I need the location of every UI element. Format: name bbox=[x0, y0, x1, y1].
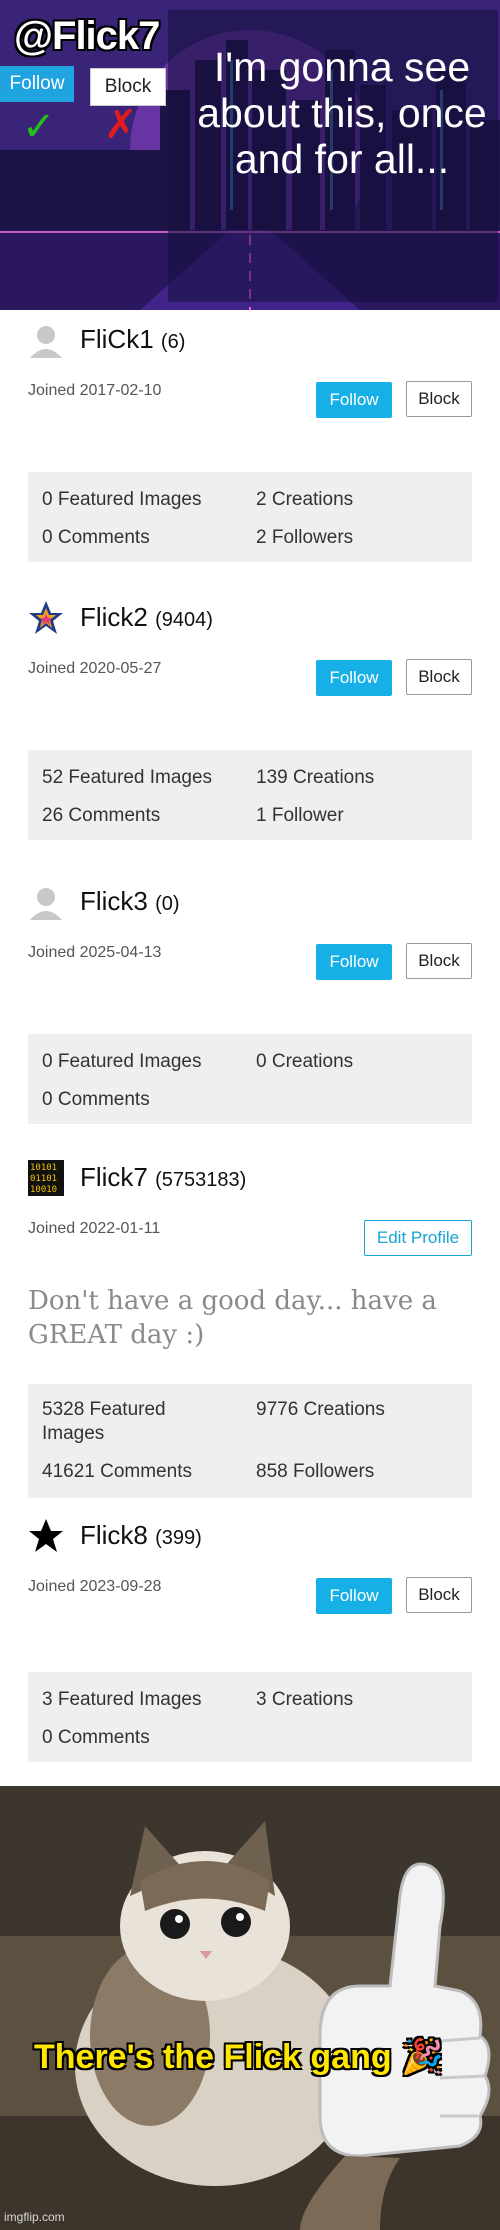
check-mark-icon: ✓ bbox=[22, 105, 56, 149]
banner-follow-button: Follow bbox=[0, 66, 74, 102]
profile-score: (5753183) bbox=[155, 1169, 247, 1191]
profile-score: (399) bbox=[155, 1527, 202, 1549]
profile-name[interactable]: Flick8 (399) bbox=[80, 1520, 202, 1551]
comments-stat[interactable]: 0 Comments bbox=[42, 526, 150, 550]
svg-text:10101: 10101 bbox=[30, 1163, 57, 1173]
creations-stat[interactable]: 0 Creations bbox=[256, 1050, 353, 1074]
follow-button[interactable]: Follow bbox=[316, 1578, 392, 1614]
featured-images-stat[interactable]: 0 Featured Images bbox=[42, 488, 201, 512]
featured-images-stat[interactable]: 0 Featured Images bbox=[42, 1050, 201, 1074]
profile-stats: 3 Featured Images 3 Creations 0 Comments bbox=[28, 1672, 472, 1762]
creations-stat[interactable]: 139 Creations bbox=[256, 766, 374, 790]
banner-username: @Flick7 bbox=[14, 14, 160, 58]
joined-date: Joined 2020-05-27 bbox=[28, 660, 162, 677]
block-button[interactable]: Block bbox=[406, 381, 472, 417]
default-avatar-icon bbox=[30, 888, 62, 920]
joined-date: Joined 2023-09-28 bbox=[28, 1578, 162, 1595]
comments-stat[interactable]: 0 Comments bbox=[42, 1088, 150, 1112]
header-banner: @Flick7 Follow Block ✓ ✗ I'm gonna see a… bbox=[0, 0, 500, 310]
default-avatar-icon bbox=[30, 326, 62, 358]
banner-block-button: Block bbox=[90, 68, 166, 106]
profile-score: (6) bbox=[160, 331, 186, 353]
joined-date: Joined 2017-02-10 bbox=[28, 382, 162, 399]
imgflip-watermark: imgflip.com bbox=[4, 2210, 65, 2224]
featured-images-stat[interactable]: 3 Featured Images bbox=[42, 1688, 201, 1712]
cat-thumbs-up-illustration bbox=[0, 1786, 500, 2230]
joined-date: Joined 2022-01-11 bbox=[28, 1220, 161, 1237]
cat-thumbs-up-meme: There's the Flick gang 🎉 imgflip.com bbox=[0, 1786, 500, 2230]
block-button[interactable]: Block bbox=[406, 1577, 472, 1613]
followers-stat[interactable]: 1 Follower bbox=[256, 804, 344, 828]
profile-stats: 5328 Featured Images 9776 Creations 4162… bbox=[28, 1384, 472, 1498]
banner-quote: I'm gonna see about this, once and for a… bbox=[197, 44, 487, 182]
block-button[interactable]: Block bbox=[406, 659, 472, 695]
edit-profile-button[interactable]: Edit Profile bbox=[364, 1220, 472, 1256]
featured-images-stat[interactable]: 5328 Featured Images bbox=[42, 1398, 232, 1446]
profile-stats: 0 Featured Images 0 Creations 0 Comments bbox=[28, 1034, 472, 1124]
profile-stats: 0 Featured Images 2 Creations 0 Comments… bbox=[28, 472, 472, 562]
cross-mark-icon: ✗ bbox=[104, 103, 138, 147]
creations-stat[interactable]: 3 Creations bbox=[256, 1688, 353, 1712]
profile-name[interactable]: Flick2 (9404) bbox=[80, 602, 213, 633]
profile-score: (0) bbox=[155, 893, 180, 915]
comments-stat[interactable]: 0 Comments bbox=[42, 1726, 150, 1750]
follow-button[interactable]: Follow bbox=[316, 944, 392, 980]
joined-date: Joined 2025-04-13 bbox=[28, 944, 162, 961]
follow-button[interactable]: Follow bbox=[316, 382, 392, 418]
profile-name[interactable]: Flick7 (5753183) bbox=[80, 1162, 246, 1193]
svg-text:10010: 10010 bbox=[30, 1185, 57, 1195]
profile-name[interactable]: FliCk1 (6) bbox=[80, 324, 185, 355]
profile-bio: Don't have a good day... have a GREAT da… bbox=[28, 1286, 437, 1350]
follow-button[interactable]: Follow bbox=[316, 660, 392, 696]
black-star-icon bbox=[29, 1519, 63, 1552]
profile-score: (9404) bbox=[155, 609, 213, 631]
followers-stat[interactable]: 858 Followers bbox=[256, 1460, 374, 1484]
colorful-star-icon bbox=[29, 601, 63, 634]
profile-name[interactable]: Flick3 (0) bbox=[80, 886, 180, 917]
followers-stat[interactable]: 2 Followers bbox=[256, 526, 353, 550]
comments-stat[interactable]: 26 Comments bbox=[42, 804, 160, 828]
profile-stats: 52 Featured Images 139 Creations 26 Comm… bbox=[28, 750, 472, 840]
svg-text:01101: 01101 bbox=[30, 1174, 57, 1184]
meme-caption: There's the Flick gang 🎉 bbox=[34, 2038, 444, 2076]
creations-stat[interactable]: 2 Creations bbox=[256, 488, 353, 512]
block-button[interactable]: Block bbox=[406, 943, 472, 979]
featured-images-stat[interactable]: 52 Featured Images bbox=[42, 766, 212, 790]
binary-code-icon: 10101 01101 10010 bbox=[28, 1160, 64, 1196]
comments-stat[interactable]: 41621 Comments bbox=[42, 1460, 192, 1484]
creations-stat[interactable]: 9776 Creations bbox=[256, 1398, 385, 1422]
